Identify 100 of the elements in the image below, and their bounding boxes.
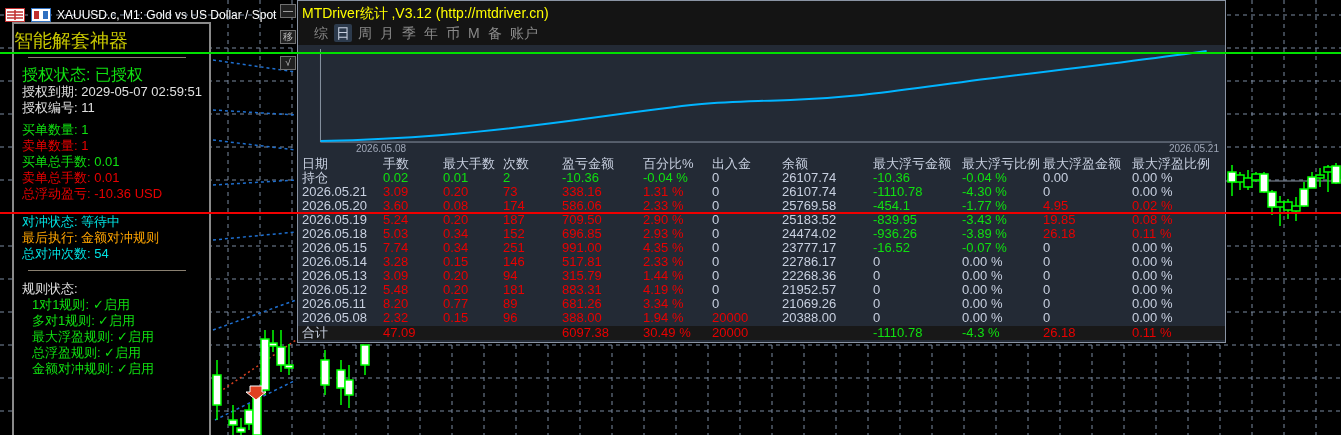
column-header: 最大浮亏金额 — [873, 157, 951, 171]
period-tab[interactable]: 综 — [312, 24, 330, 42]
table-cell: 0 — [1043, 297, 1051, 311]
table-cell: 0.20 — [443, 269, 469, 283]
period-tab[interactable]: 币 — [444, 24, 462, 42]
table-cell: 25769.58 — [782, 199, 837, 213]
table-cell: 0 — [1043, 269, 1051, 283]
sell-arrow-icon — [245, 385, 267, 401]
table-icon[interactable] — [5, 8, 25, 22]
table-cell: 3.60 — [383, 199, 409, 213]
panel-title: 智能解套神器 — [14, 29, 128, 53]
table-cell: 0.20 — [443, 213, 469, 227]
table-cell: 0.00 % — [962, 297, 1003, 311]
table-cell: 0.00 % — [962, 269, 1003, 283]
table-cell: 681.26 — [562, 297, 602, 311]
table-cell: 94 — [503, 269, 518, 283]
period-tab[interactable]: 备 — [485, 24, 504, 42]
table-cell: 2.33 % — [643, 199, 684, 213]
panel-button[interactable]: √ — [280, 56, 296, 70]
period-tab[interactable]: 账户 — [507, 24, 540, 42]
table-cell: 2026.05.21 — [302, 185, 368, 199]
period-tab[interactable]: M — [466, 24, 482, 42]
axis-label: 2026.05.21 — [1168, 143, 1219, 155]
table-cell: 696.85 — [562, 227, 602, 241]
table-cell: 1.44 % — [643, 269, 684, 283]
column-header: 最大浮亏比例 — [962, 157, 1040, 171]
table-cell: 20000 — [712, 311, 749, 325]
table-cell: 0.00 % — [1132, 241, 1173, 255]
table-cell: 0 — [712, 199, 720, 213]
period-tab[interactable]: 周 — [356, 24, 374, 42]
table-cell: 26.18 — [1043, 227, 1076, 241]
rule-text: 最大浮盈规则: ✓启用 — [32, 329, 155, 345]
period-tab[interactable]: 月 — [378, 24, 396, 42]
table-cell: 合计 — [302, 326, 328, 340]
table-cell: 21069.26 — [782, 297, 837, 311]
table-cell: 2026.05.15 — [302, 241, 368, 255]
table-cell: 4.35 % — [643, 241, 684, 255]
hedge-text: 对冲状态: 等待中 — [22, 214, 121, 230]
period-tab[interactable]: 年 — [422, 24, 440, 42]
table-cell: 30.49 % — [643, 326, 691, 340]
table-cell: 315.79 — [562, 269, 602, 283]
table-cell: 47.09 — [383, 326, 416, 340]
table-cell: -1110.78 — [873, 185, 923, 199]
table-cell: 2026.05.20 — [302, 199, 368, 213]
table-cell: 0.00 — [1043, 171, 1069, 185]
table-cell: 0 — [873, 311, 881, 325]
column-header: 最大浮盈金额 — [1043, 157, 1121, 171]
table-cell: 3.34 % — [643, 297, 684, 311]
table-cell: 20000 — [712, 326, 749, 340]
table-cell: 338.16 — [562, 185, 602, 199]
table-cell: 3.28 — [383, 255, 409, 269]
table-cell: 709.50 — [562, 213, 602, 227]
candlestick — [1267, 189, 1277, 216]
period-tab[interactable]: 季 — [400, 24, 418, 42]
table-cell: 23777.17 — [782, 241, 837, 255]
table-cell: -0.04 % — [962, 171, 1007, 185]
column-header: 百分比% — [643, 157, 694, 171]
candlestick — [1291, 196, 1301, 222]
table-cell: 0 — [712, 283, 720, 297]
period-tab[interactable]: 日 — [334, 24, 352, 42]
table-cell: 0 — [712, 213, 720, 227]
hedge-text: 总对冲次数: 54 — [22, 246, 109, 262]
table-cell: -4.30 % — [962, 185, 1007, 199]
table-cell: 0 — [1043, 311, 1051, 325]
table-cell: 2026.05.18 — [302, 227, 368, 241]
table-cell: 0.08 — [443, 199, 469, 213]
table-cell: -1110.78 — [873, 326, 923, 340]
column-header: 日期 — [302, 157, 328, 171]
table-cell: 0 — [712, 297, 720, 311]
table-cell: 22268.36 — [782, 269, 837, 283]
table-cell: -16.52 — [873, 241, 910, 255]
table-cell: -1.77 % — [962, 199, 1007, 213]
candlestick — [1315, 167, 1325, 188]
table-cell: 0.00 % — [1132, 297, 1173, 311]
table-cell: 20388.00 — [782, 311, 837, 325]
column-header: 盈亏金额 — [562, 157, 614, 171]
table-cell: -0.04 % — [643, 171, 688, 185]
panel-button[interactable]: 移 — [280, 30, 296, 44]
table-cell: 0.08 % — [1132, 213, 1173, 227]
table-cell: 0.77 — [443, 297, 469, 311]
table-cell: -3.43 % — [962, 213, 1007, 227]
table-cell: 8.20 — [383, 297, 409, 311]
table-cell: -936.26 — [873, 227, 918, 241]
candlestick — [360, 344, 370, 376]
table-cell: 0.15 — [443, 311, 469, 325]
license-text: 授权状态: 已授权 — [22, 66, 143, 84]
table-cell: 5.48 — [383, 283, 409, 297]
table-cell: 2.93 % — [643, 227, 684, 241]
panel-button[interactable]: — — [280, 4, 296, 18]
table-cell: 0 — [712, 269, 720, 283]
window-icon[interactable] — [31, 8, 51, 22]
table-cell: 0.00 % — [1132, 255, 1173, 269]
table-cell: 6097.38 — [562, 326, 609, 340]
table-cell: 152 — [503, 227, 525, 241]
table-cell: 0 — [873, 269, 881, 283]
table-cell: 2026.05.13 — [302, 269, 368, 283]
candlestick — [336, 359, 346, 406]
table-cell: 0 — [873, 297, 881, 311]
candlestick — [344, 364, 354, 409]
table-cell: 0.02 — [383, 171, 409, 185]
